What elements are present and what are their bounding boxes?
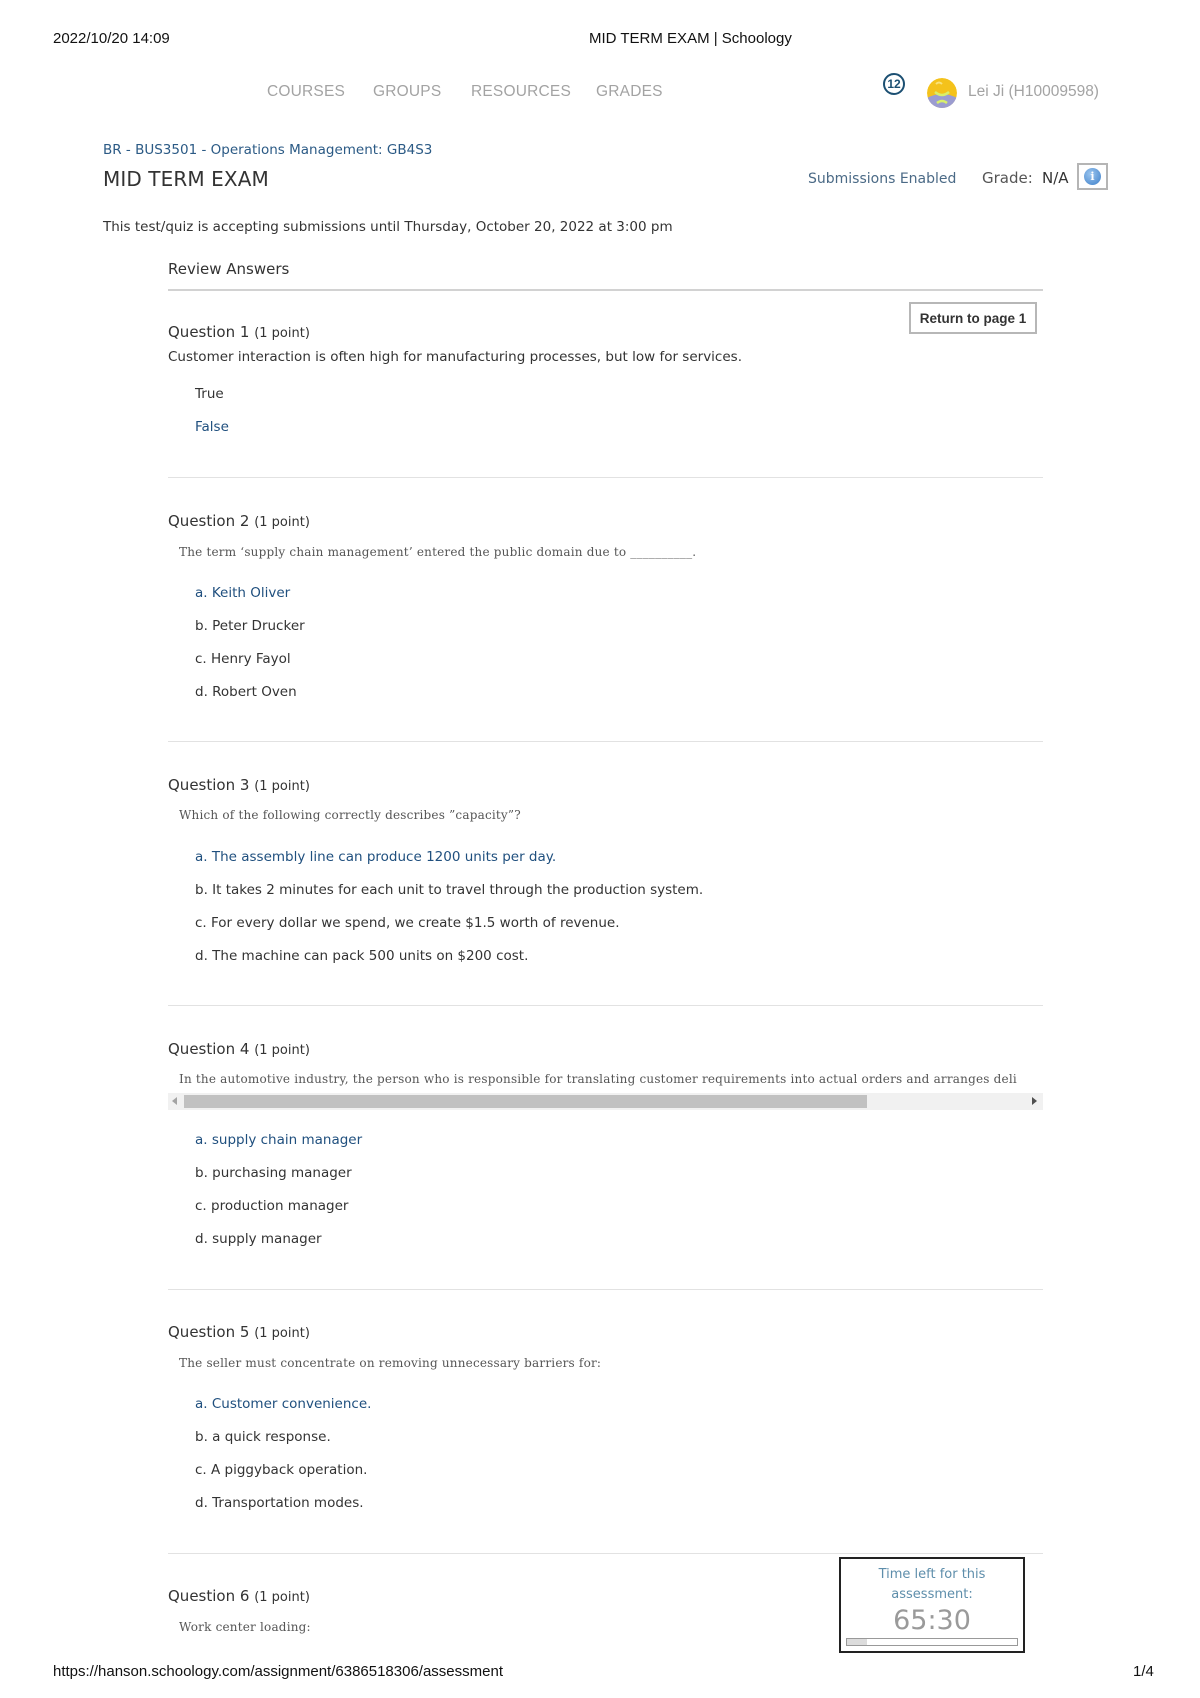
q4-option-a[interactable]: a. supply chain manager [195, 1132, 362, 1148]
nav-courses[interactable]: COURSES [267, 83, 345, 101]
divider [168, 289, 1043, 291]
q1-option-true[interactable]: True [195, 386, 224, 402]
top-nav: COURSES GROUPS RESOURCES GRADES 12 Lei J… [0, 73, 1200, 110]
timer-label-line2: assessment: [891, 1587, 973, 1602]
question-4-text-container: In the automotive industry, the person w… [168, 1070, 1043, 1088]
q5-option-c[interactable]: c. A piggyback operation. [195, 1462, 367, 1478]
return-to-page-1-button[interactable]: Return to page 1 [909, 302, 1037, 334]
question-6-title: Question 6 (1 point) [168, 1587, 310, 1605]
q5-option-b[interactable]: b. a quick response. [195, 1429, 331, 1445]
q5-option-d[interactable]: d. Transportation modes. [195, 1495, 364, 1511]
scroll-left-arrow-icon[interactable] [172, 1097, 177, 1105]
q3-option-c[interactable]: c. For every dollar we spend, we create … [195, 915, 620, 931]
nav-groups[interactable]: GROUPS [373, 83, 441, 101]
question-5-title: Question 5 (1 point) [168, 1323, 310, 1341]
question-2-title: Question 2 (1 point) [168, 512, 310, 530]
question-2-text: The term ‘supply chain management’ enter… [179, 545, 697, 559]
q3-option-d[interactable]: d. The machine can pack 500 units on $20… [195, 948, 528, 964]
grade-value: N/A [1042, 169, 1069, 187]
q3-option-a[interactable]: a. The assembly line can produce 1200 un… [195, 849, 556, 865]
question-1: Question 1 (1 point) [168, 323, 310, 341]
divider [168, 477, 1043, 478]
page-title: MID TERM EXAM [103, 167, 269, 191]
grade-label: Grade: [982, 169, 1033, 187]
question-4-text: In the automotive industry, the person w… [179, 1072, 1017, 1086]
question-1-text: Customer interaction is often high for m… [168, 349, 742, 365]
q2-option-d[interactable]: d. Robert Oven [195, 684, 297, 700]
question-5-text: The seller must concentrate on removing … [179, 1356, 602, 1370]
review-answers-heading: Review Answers [168, 260, 290, 278]
q4-option-d[interactable]: d. supply manager [195, 1231, 322, 1247]
divider [168, 741, 1043, 742]
assessment-timer: Time left for this assessment: 65:30 [839, 1557, 1025, 1653]
breadcrumb[interactable]: BR - BUS3501 - Operations Management: GB… [103, 142, 432, 158]
timer-value: 65:30 [893, 1605, 971, 1636]
user-name[interactable]: Lei Ji (H10009598) [968, 83, 1099, 101]
divider [168, 1553, 1043, 1554]
q5-option-a[interactable]: a. Customer convenience. [195, 1396, 371, 1412]
timer-progress-bar [846, 1638, 1018, 1646]
q4-option-b[interactable]: b. purchasing manager [195, 1165, 352, 1181]
notification-badge[interactable]: 12 [883, 73, 905, 95]
divider [168, 1289, 1043, 1290]
q2-option-c[interactable]: c. Henry Fayol [195, 651, 291, 667]
avatar[interactable] [927, 78, 957, 108]
print-page-number: 1/4 [1133, 1663, 1154, 1680]
print-datetime: 2022/10/20 14:09 [53, 30, 170, 47]
scrollbar-thumb[interactable] [184, 1095, 867, 1108]
question-3-text: Which of the following correctly describ… [179, 808, 521, 822]
notification-count: 12 [887, 77, 901, 91]
q3-option-b[interactable]: b. It takes 2 minutes for each unit to t… [195, 882, 703, 898]
info-icon: i [1084, 168, 1101, 185]
grade-info-button[interactable]: i [1077, 163, 1108, 190]
question-6-text: Work center loading: [179, 1620, 311, 1634]
q1-option-false[interactable]: False [195, 419, 229, 435]
nav-grades[interactable]: GRADES [596, 83, 663, 101]
horizontal-scrollbar[interactable] [168, 1093, 1043, 1110]
question-3-title: Question 3 (1 point) [168, 776, 310, 794]
question-4-title: Question 4 (1 point) [168, 1040, 310, 1058]
avatar-icon [927, 78, 957, 108]
print-url: https://hanson.schoology.com/assignment/… [53, 1663, 503, 1680]
divider [168, 1005, 1043, 1006]
timer-label-line1: Time left for this [878, 1567, 986, 1582]
q2-option-b[interactable]: b. Peter Drucker [195, 618, 305, 634]
timer-progress-fill [847, 1639, 868, 1645]
scroll-right-arrow-icon[interactable] [1032, 1097, 1037, 1105]
nav-resources[interactable]: RESOURCES [471, 83, 571, 101]
submissions-status: Submissions Enabled [808, 171, 957, 187]
q4-option-c[interactable]: c. production manager [195, 1198, 348, 1214]
submission-deadline-text: This test/quiz is accepting submissions … [103, 219, 673, 235]
q2-option-a[interactable]: a. Keith Oliver [195, 585, 290, 601]
question-title: Question 1 (1 point) [168, 323, 310, 341]
print-page-title: MID TERM EXAM | Schoology [589, 30, 792, 47]
